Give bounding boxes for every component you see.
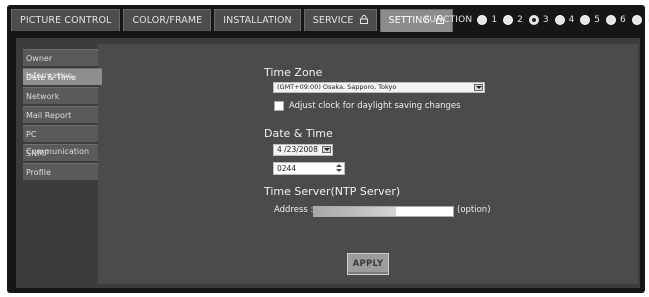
radio-icon: [580, 15, 591, 25]
function-label: FUNCTION: [424, 15, 473, 25]
radio-icon: [477, 15, 488, 25]
address-label: Address :: [274, 205, 314, 215]
function-selector: FUNCTION 1 2 3 4 5 6 7: [424, 12, 649, 28]
tab-service[interactable]: SERVICE: [303, 9, 377, 33]
content-panel: [98, 44, 638, 284]
dst-checkbox[interactable]: [274, 101, 284, 111]
function-radio-1[interactable]: 1: [477, 15, 497, 25]
option-label: (option): [457, 205, 491, 215]
time-spinner[interactable]: 0244: [273, 162, 345, 175]
radio-icon: [631, 15, 642, 25]
sidebar-item-pc-communication[interactable]: PC Communication: [23, 125, 98, 156]
function-radio-5[interactable]: 5: [580, 15, 600, 25]
tab-color-frame[interactable]: COLOR/FRAME: [123, 9, 212, 31]
sidebar-item-mail-report[interactable]: Mail Report: [23, 106, 98, 123]
sidebar: Owner Information Date & Time Network Ma…: [23, 49, 102, 182]
function-radio-6[interactable]: 6: [606, 15, 626, 25]
radio-icon: [606, 15, 617, 25]
tab-installation[interactable]: INSTALLATION: [214, 9, 301, 31]
date-select[interactable]: 4 /23/2008: [273, 144, 333, 156]
function-radio-3[interactable]: 3: [528, 15, 549, 25]
radio-icon: [503, 15, 514, 25]
sidebar-item-date-time[interactable]: Date & Time: [23, 68, 102, 85]
ntp-heading: Time Server(NTP Server): [264, 185, 401, 198]
sidebar-item-network[interactable]: Network: [23, 87, 98, 104]
function-radio-7[interactable]: 7: [631, 15, 649, 25]
time-zone-select[interactable]: (GMT+09:00) Osaka, Sapporo, Tokyo: [273, 82, 485, 93]
radio-selected-icon: [528, 15, 539, 25]
radio-icon: [554, 15, 565, 25]
function-radio-4[interactable]: 4: [554, 15, 574, 25]
tab-picture-control[interactable]: PICTURE CONTROL: [11, 9, 121, 31]
function-radio-2[interactable]: 2: [503, 15, 523, 25]
sidebar-item-owner-information[interactable]: Owner Information: [23, 49, 98, 80]
ntp-address-input[interactable]: [313, 206, 454, 217]
time-zone-heading: Time Zone: [264, 66, 323, 79]
apply-button[interactable]: APPLY: [347, 253, 389, 275]
sidebar-item-profile[interactable]: Profile: [23, 163, 98, 180]
chevron-down-icon: [474, 84, 483, 91]
chevron-down-icon: [322, 146, 331, 153]
spinner-arrows-icon[interactable]: [335, 164, 343, 173]
date-time-heading: Date & Time: [264, 127, 333, 140]
dst-label: Adjust clock for daylight saving changes: [289, 101, 461, 111]
lock-icon: [359, 11, 368, 33]
